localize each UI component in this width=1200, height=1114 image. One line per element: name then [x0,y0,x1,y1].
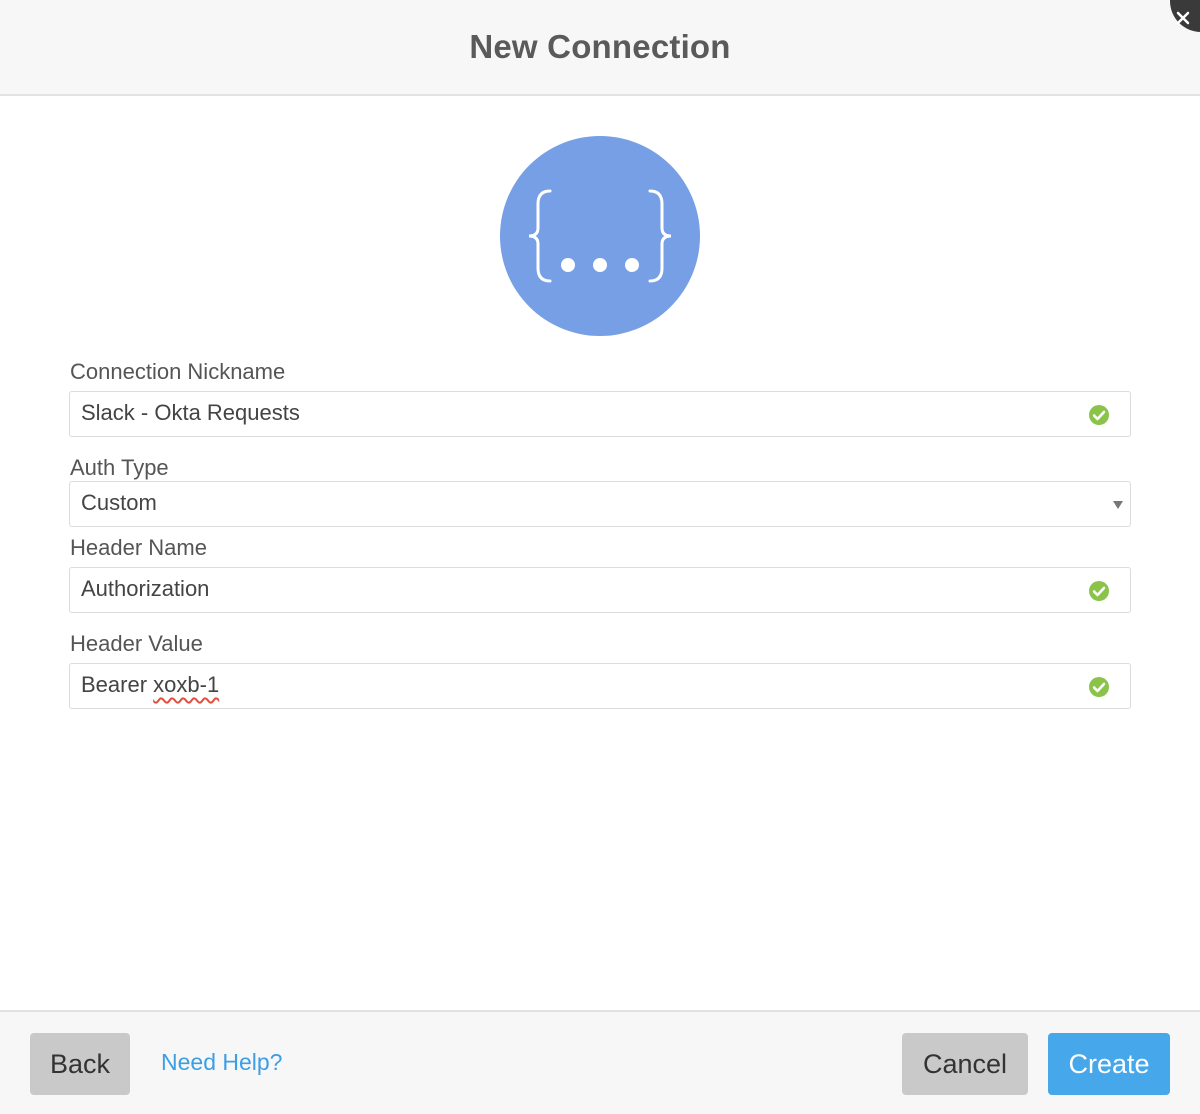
caret-down-icon [1113,501,1123,509]
nickname-value: Slack - Okta Requests [81,400,300,425]
header-name-label: Header Name [70,535,207,560]
nickname-label: Connection Nickname [70,359,286,384]
dialog-header: New Connection [0,0,1200,96]
curly-braces-ellipsis-icon [528,189,672,283]
check-circle-icon [1089,677,1109,697]
header-value-input[interactable]: Bearer xoxb-1 [69,663,1131,709]
create-button[interactable]: Create [1048,1033,1170,1095]
auth-type-value: Custom [81,490,157,515]
header-value-label: Header Value [70,631,203,656]
header-value-prefix: Bearer [81,672,154,697]
auth-type-select[interactable]: Custom [69,481,1131,527]
close-icon [1176,11,1190,25]
dialog-title: New Connection [469,28,731,65]
nickname-input[interactable]: Slack - Okta Requests [69,391,1131,437]
header-name-value: Authorization [81,576,210,601]
check-circle-icon [1089,581,1109,601]
header-name-input[interactable]: Authorization [69,567,1131,613]
back-button[interactable]: Back [30,1033,130,1095]
auth-type-label: Auth Type [70,455,169,480]
cancel-button[interactable]: Cancel [902,1033,1028,1095]
spellcheck-underlined-text: xoxb-1 [153,672,220,697]
header-value-value: Bearer xoxb-1 [81,672,219,698]
close-button[interactable] [1170,0,1200,32]
check-circle-icon [1089,405,1109,425]
need-help-link[interactable]: Need Help? [161,1049,282,1076]
dialog-footer: Back Need Help? Cancel Create [0,1010,1200,1114]
connector-logo [500,136,700,336]
